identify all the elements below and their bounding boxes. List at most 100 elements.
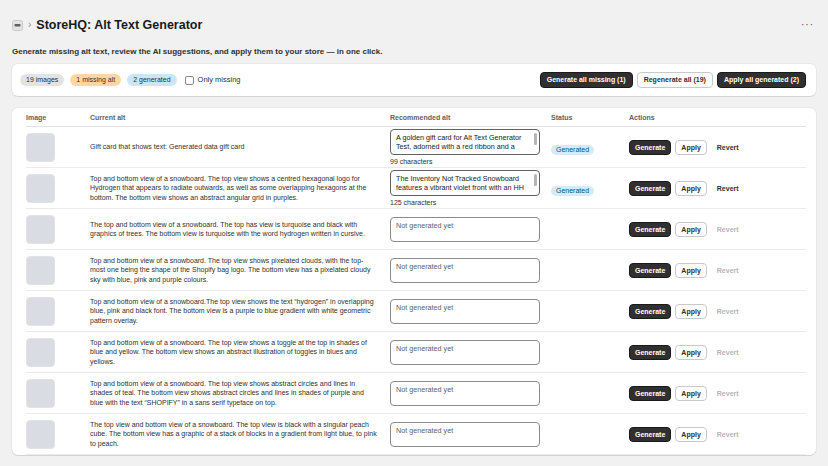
product-image [26, 133, 55, 162]
image-cell [26, 338, 90, 367]
intro-text: Generate missing alt text, review the AI… [12, 46, 816, 57]
toolbar: 19 images1 missing alt2 generatedOnly mi… [12, 64, 816, 96]
column-header: Current alt [90, 113, 390, 122]
product-image [26, 338, 55, 367]
placeholder-text: Not generated yet [396, 221, 530, 230]
row-action-button[interactable]: Revert [711, 304, 745, 319]
row-action-button[interactable]: Generate [629, 222, 671, 237]
actions-cell: Generate Apply Revert [629, 427, 806, 442]
alt-text-table: ImageCurrent altRecommended altStatusAct… [12, 108, 816, 455]
row-action-button[interactable]: Revert [711, 427, 745, 442]
actions-cell: Generate Apply Revert [629, 345, 806, 360]
scrollbar[interactable] [534, 174, 537, 186]
placeholder-text: Not generated yet [396, 262, 530, 271]
table-row: Top and bottom view of a snowboard. The … [26, 332, 806, 373]
row-action-button[interactable]: Generate [629, 263, 671, 278]
row-action-button[interactable]: Generate [629, 427, 671, 442]
row-action-button[interactable]: Generate [629, 140, 671, 155]
recommended-cell: Not generated yet [390, 258, 551, 283]
row-action-button[interactable]: Revert [711, 181, 745, 196]
character-count: 99 characters [390, 157, 551, 166]
table-row: Gift card that shows text: Generated dat… [26, 127, 806, 168]
recommended-alt-field[interactable]: Not generated yet [390, 258, 540, 283]
row-action-button[interactable]: Apply [675, 386, 706, 401]
bulk-action-button[interactable]: Generate all missing (1) [540, 72, 633, 88]
recommended-cell: Not generated yet [390, 299, 551, 324]
placeholder-text: Not generated yet [396, 426, 530, 435]
row-action-button[interactable]: Apply [675, 304, 706, 319]
image-cell [26, 256, 90, 285]
actions-cell: Generate Apply Revert [629, 222, 806, 237]
product-image [26, 297, 55, 326]
table-row: Top and bottom view of a snowboard. The … [26, 250, 806, 291]
row-action-button[interactable]: Apply [675, 345, 706, 360]
bulk-actions: Generate all missing (1)Regenerate all (… [540, 72, 806, 88]
breadcrumb-separator: › [28, 17, 31, 33]
row-action-button[interactable]: Revert [711, 263, 745, 278]
recommended-alt-field[interactable]: Not generated yet [390, 422, 540, 447]
row-action-button[interactable]: Apply [675, 181, 706, 196]
store-logo-icon[interactable] [12, 20, 23, 31]
row-action-button[interactable]: Apply [675, 140, 706, 155]
recommended-alt-field[interactable]: Not generated yet [390, 340, 540, 365]
current-alt: Top and bottom view of a snowboard. The … [90, 338, 390, 366]
image-cell [26, 215, 90, 244]
status-badge: Generated [551, 145, 594, 155]
image-cell [26, 133, 90, 162]
recommended-alt-field[interactable]: Not generated yet [390, 299, 540, 324]
count-badge: 19 images [20, 74, 64, 86]
image-cell [26, 297, 90, 326]
bulk-action-button[interactable]: Apply all generated (2) [717, 72, 806, 88]
recommended-alt-field[interactable]: Not generated yet [390, 217, 540, 242]
character-count: 125 characters [390, 198, 551, 207]
recommended-cell: Not generated yet [390, 340, 551, 365]
table-row: The top view and bottom view of a snowbo… [26, 414, 806, 455]
row-action-button[interactable]: Revert [711, 140, 745, 155]
app-page: › StoreHQ: Alt Text Generator ··· Generate … [0, 0, 828, 466]
bulk-action-button[interactable]: Regenerate all (19) [637, 72, 713, 88]
recommended-cell: Not generated yet [390, 422, 551, 447]
row-action-button[interactable]: Generate [629, 304, 671, 319]
table-header: ImageCurrent altRecommended altStatusAct… [26, 108, 806, 127]
recommended-alt-field[interactable]: The Inventory Not Tracked Snowboard feat… [390, 170, 540, 196]
checkbox[interactable] [185, 76, 194, 85]
row-action-button[interactable]: Apply [675, 222, 706, 237]
status-cell: Generated [551, 138, 629, 156]
scrollbar[interactable] [534, 133, 537, 145]
image-cell [26, 379, 90, 408]
product-image [26, 215, 55, 244]
row-action-button[interactable]: Revert [711, 386, 745, 401]
current-alt: Top and bottom view of a snowboard. The … [90, 256, 390, 284]
checkbox-label: Only missing [198, 75, 241, 85]
current-alt: Top and bottom view of a snowboard.The t… [90, 297, 390, 325]
current-alt: Top and bottom view of a snowboard. The … [90, 174, 390, 202]
only-missing-filter[interactable]: Only missing [185, 75, 241, 85]
row-action-button[interactable]: Apply [675, 263, 706, 278]
more-menu-button[interactable]: ··· [801, 17, 814, 33]
page-title: StoreHQ: Alt Text Generator [36, 17, 202, 33]
row-action-button[interactable]: Apply [675, 427, 706, 442]
table-row: Top and bottom view of a snowboard. The … [26, 373, 806, 414]
column-header: Image [26, 113, 90, 122]
row-action-button[interactable]: Generate [629, 386, 671, 401]
table-row: The top and bottom view of a snowboard. … [26, 209, 806, 250]
product-image [26, 256, 55, 285]
breadcrumb: › StoreHQ: Alt Text Generator [12, 17, 202, 33]
product-image [26, 420, 55, 449]
column-header: Recommended alt [390, 113, 551, 122]
row-action-button[interactable]: Revert [711, 345, 745, 360]
summary-group: 19 images1 missing alt2 generatedOnly mi… [20, 74, 241, 86]
actions-cell: Generate Apply Revert [629, 263, 806, 278]
actions-cell: Generate Apply Revert [629, 181, 806, 196]
count-badge: 1 missing alt [70, 74, 121, 86]
status-cell: Generated [551, 179, 629, 197]
row-action-button[interactable]: Generate [629, 345, 671, 360]
recommended-alt-field[interactable]: A golden gift card for Alt Text Generato… [390, 129, 540, 155]
current-alt: The top view and bottom view of a snowbo… [90, 420, 390, 448]
recommended-alt-field[interactable]: Not generated yet [390, 381, 540, 406]
row-action-button[interactable]: Generate [629, 181, 671, 196]
product-image [26, 379, 55, 408]
table-row: Top and bottom view of a snowboard. The … [26, 168, 806, 209]
row-action-button[interactable]: Revert [711, 222, 745, 237]
actions-cell: Generate Apply Revert [629, 304, 806, 319]
